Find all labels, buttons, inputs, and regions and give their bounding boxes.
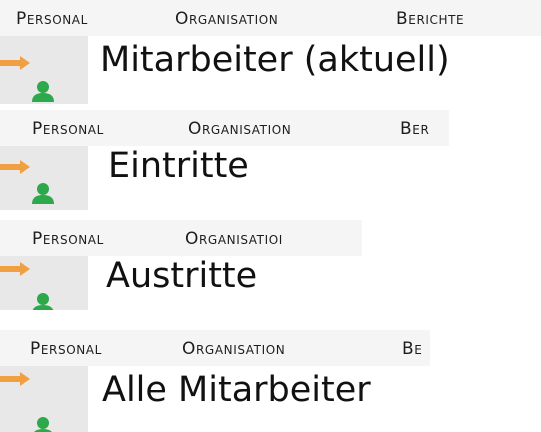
page-title: Alle Mitarbeiter <box>102 370 371 410</box>
page-title: Austritte <box>106 256 258 296</box>
menu-item-personal[interactable]: Personal <box>30 339 102 359</box>
page-header: Eintritte <box>88 146 449 210</box>
menu-bar: Personal Organisatioi <box>0 220 362 256</box>
sidebar-strip <box>0 256 88 310</box>
menu-bar: Personal Organisation Berichte <box>0 0 541 36</box>
menu-item-personal[interactable]: Personal <box>16 9 88 29</box>
arrow-right-icon <box>0 262 30 276</box>
menu-item-organisation[interactable]: Organisation <box>182 339 285 359</box>
page-title: Mitarbeiter (aktuell) <box>100 40 450 80</box>
user-icon <box>32 81 54 102</box>
page-header: Mitarbeiter (aktuell) <box>88 36 541 104</box>
user-icon <box>32 293 54 310</box>
sidebar-strip <box>0 36 88 104</box>
menu-item-berichte[interactable]: Ber <box>400 119 429 139</box>
menu-item-berichte[interactable]: Be <box>402 339 422 359</box>
page-header: Austritte <box>88 256 362 310</box>
arrow-right-icon <box>0 372 30 386</box>
menu-bar: Personal Organisation Be <box>0 330 430 366</box>
menu-bar: Personal Organisation Ber <box>0 110 449 146</box>
arrow-right-icon <box>0 160 30 174</box>
menu-item-personal[interactable]: Personal <box>32 229 104 249</box>
page-title: Eintritte <box>108 146 249 186</box>
screen-austritte: Personal Organisatioi Austritte <box>0 220 362 310</box>
sidebar-strip <box>0 146 88 210</box>
menu-item-organisation[interactable]: Organisation <box>175 9 278 29</box>
screen-alle-mitarbeiter: Personal Organisation Be Alle Mitarbeite… <box>0 330 430 432</box>
screen-mitarbeiter-aktuell: Personal Organisation Berichte Mitarbeit… <box>0 0 541 104</box>
menu-item-organisation[interactable]: Organisatioi <box>185 229 283 249</box>
user-icon <box>34 417 52 432</box>
user-icon <box>32 183 54 204</box>
sidebar-strip <box>0 366 88 432</box>
menu-item-personal[interactable]: Personal <box>32 119 104 139</box>
page-header: Alle Mitarbeiter <box>88 366 430 432</box>
menu-item-organisation[interactable]: Organisation <box>188 119 291 139</box>
arrow-right-icon <box>0 56 30 70</box>
menu-item-berichte[interactable]: Berichte <box>396 9 464 29</box>
screen-eintritte: Personal Organisation Ber Eintritte <box>0 110 449 210</box>
